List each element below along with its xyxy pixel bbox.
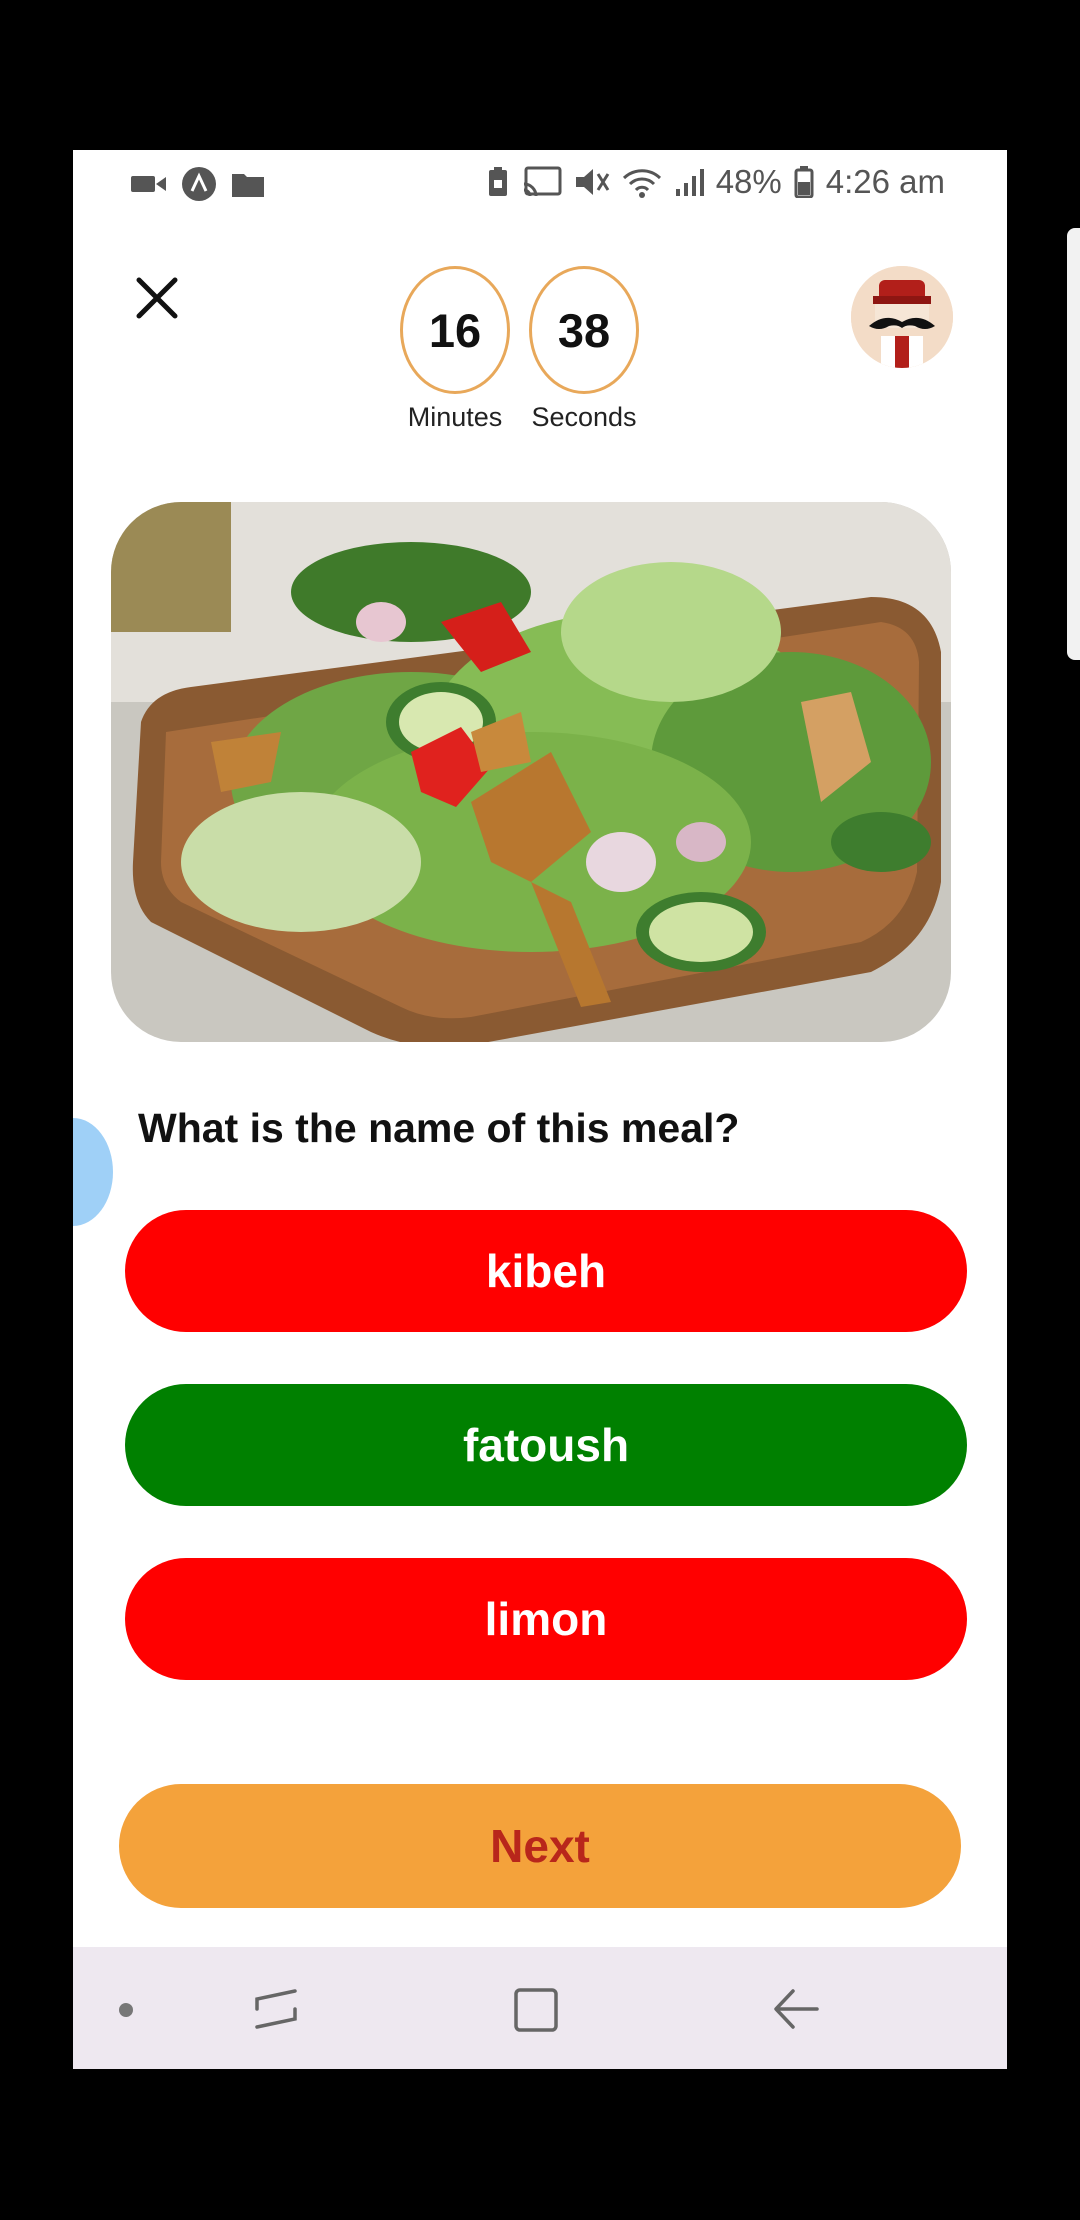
recents-button[interactable] [253,1987,299,2036]
app-screen: 48% 4:26 am 16 Minutes 38 Seconds What i… [73,150,1007,2069]
salad-illustration [111,502,951,1042]
clock: 4:26 am [825,163,945,200]
home-icon [514,1988,558,2032]
back-icon [774,1989,819,2029]
minutes-label: Minutes [407,402,503,432]
chef-avatar-icon [851,266,953,368]
cast-icon [523,166,562,197]
seconds-label: Seconds [531,402,637,432]
mute-icon [575,169,609,195]
close-icon [136,277,178,319]
answer-option-limon[interactable]: limon [125,1558,967,1680]
close-button[interactable] [131,272,183,324]
battery-saver-icon [488,167,507,196]
seconds-value: 38 [529,266,639,394]
recents-icon [255,1989,297,2029]
battery-icon [794,166,814,198]
edge-panel-handle[interactable] [1067,228,1080,660]
question-text: What is the name of this meal? [138,1105,740,1151]
minutes-value: 16 [400,266,510,394]
signal-icon [675,169,704,196]
system-nav-bar [73,1947,1007,2069]
avatar[interactable] [851,266,953,368]
nav-dot-button[interactable] [118,2002,134,2023]
answer-option-kibeh[interactable]: kibeh [125,1210,967,1332]
status-bar: 48% 4:26 am [73,150,1007,214]
folder-icon [232,174,264,197]
floating-assistant-bubble[interactable] [73,1118,113,1226]
home-button[interactable] [513,1987,559,2038]
minutes-timer: 16 Minutes [397,266,513,433]
next-button[interactable]: Next [119,1784,961,1908]
app-notification-icon [182,167,216,201]
dot-icon [119,2003,133,2017]
meal-image [111,502,951,1042]
back-button[interactable] [773,1987,819,2036]
answer-option-fatoush[interactable]: fatoush [125,1384,967,1506]
seconds-timer: 38 Seconds [526,266,642,433]
wifi-icon [622,169,661,198]
battery-percent: 48% [715,163,782,200]
video-camera-icon [131,176,166,192]
